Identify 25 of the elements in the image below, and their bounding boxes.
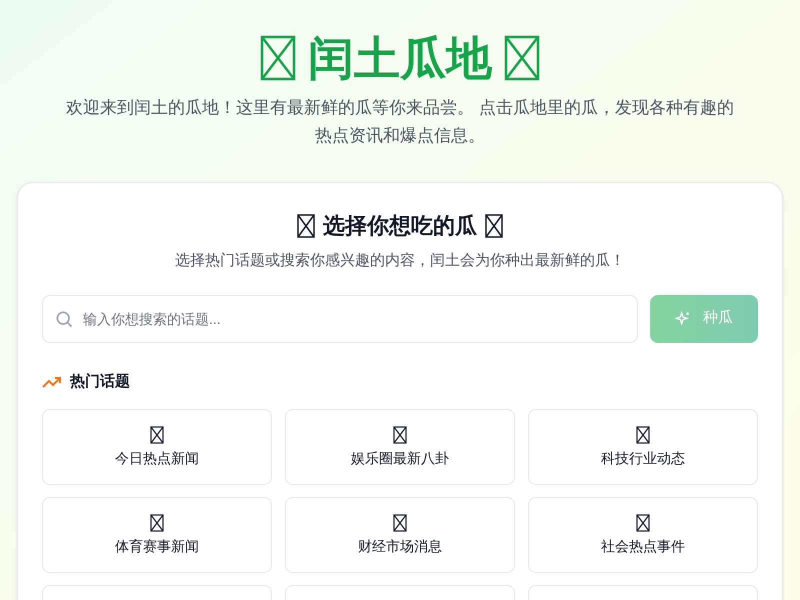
topic-card[interactable]: 财经市场消息	[285, 497, 515, 573]
search-icon	[54, 308, 74, 328]
missing-glyph-icon	[636, 426, 650, 444]
page-subtitle: 欢迎来到闰土的瓜地！这里有最新鲜的瓜等你来品尝。 点击瓜地里的瓜，发现各种有趣的热点资讯和爆点信息。	[65, 97, 735, 147]
section-title: 热门话题	[70, 372, 130, 392]
panel-subtitle: 选择热门话题或搜索你感兴趣的内容，闰土会为你种出最新鲜的瓜！	[174, 251, 626, 271]
search-field[interactable]: 输入你想搜索的话题...	[42, 294, 638, 342]
missing-glyph-icon	[393, 514, 407, 532]
missing-glyph-icon	[485, 214, 503, 238]
missing-glyph-icon	[260, 35, 296, 81]
missing-glyph-icon	[504, 35, 540, 81]
sparkle-icon	[675, 310, 691, 326]
topic-card[interactable]: 社会热点事件	[528, 497, 758, 573]
missing-glyph-icon	[393, 426, 407, 444]
trending-up-icon	[42, 374, 62, 389]
topic-card[interactable]: 科技行业动态	[528, 409, 758, 485]
missing-glyph-icon	[636, 514, 650, 532]
topic-card[interactable]: 体育赛事新闻	[42, 497, 272, 573]
panel-title: 选择你想吃的瓜	[323, 212, 477, 240]
missing-glyph-icon	[150, 514, 164, 532]
missing-glyph-icon	[150, 426, 164, 444]
topic-card[interactable]: 今日热点新闻	[42, 409, 272, 485]
missing-glyph-icon	[297, 214, 315, 238]
page-title: 闰土瓜地	[308, 35, 492, 81]
topic-card[interactable]: 娱乐圈最新八卦	[285, 409, 515, 485]
